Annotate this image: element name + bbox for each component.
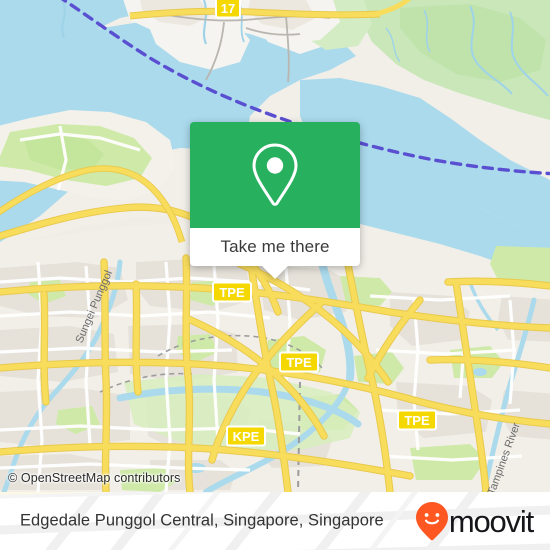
callout-tail xyxy=(262,266,288,279)
road-shield: TPE xyxy=(212,281,252,303)
callout-pin-panel xyxy=(190,122,360,228)
map-pin-icon xyxy=(252,143,298,206)
take-me-there-callout[interactable]: Take me there xyxy=(190,122,360,279)
road-shield: KPE xyxy=(226,425,266,447)
road-shield-label: TPE xyxy=(404,413,430,428)
road-shield-label: TPE xyxy=(286,355,312,370)
road-shield: TPE xyxy=(397,409,437,431)
osm-attribution: © OpenStreetMap contributors xyxy=(8,471,181,485)
road-shield-label: 17 xyxy=(221,1,235,16)
road-shield-label: TPE xyxy=(219,285,245,300)
moovit-wordmark: moovit xyxy=(448,503,534,539)
road-shield: 17 xyxy=(215,0,241,19)
street-label: Sungei Punggol xyxy=(74,269,115,345)
road-shield-label: KPE xyxy=(233,429,260,444)
callout-action-bar[interactable]: Take me there xyxy=(190,228,360,266)
footer-bar: Edgedale Punggol Central, Singapore, Sin… xyxy=(0,492,550,550)
moovit-pin-smiley-icon xyxy=(415,502,448,541)
location-title: Edgedale Punggol Central, Singapore, Sin… xyxy=(20,511,384,530)
take-me-there-label: Take me there xyxy=(220,237,330,256)
street-label: Tampines River xyxy=(486,421,523,492)
road-shield: TPE xyxy=(279,351,319,373)
moovit-logo[interactable]: moovit xyxy=(415,501,534,541)
